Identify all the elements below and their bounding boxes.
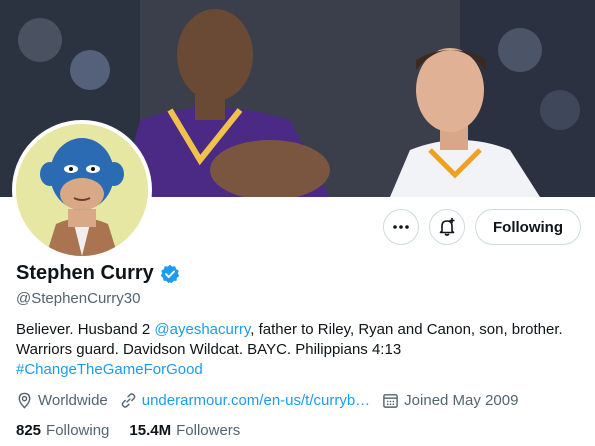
location-pin-icon	[18, 392, 31, 409]
following-stat-link[interactable]: 825 Following	[16, 422, 109, 439]
link-icon	[121, 393, 136, 408]
bio-mention-link[interactable]: @ayeshacurry	[154, 321, 250, 338]
calendar-icon	[383, 394, 398, 408]
profile-meta: Worldwide underarmour.com/en-us/t/curryb…	[16, 392, 530, 409]
profile-stats: 825 Following 15.4M Followers	[16, 422, 260, 439]
followers-label: Followers	[176, 422, 241, 439]
user-handle: @StephenCurry30	[16, 290, 141, 307]
more-button[interactable]	[383, 209, 420, 245]
notifications-button[interactable]	[429, 209, 466, 245]
location-item: Worldwide	[16, 392, 108, 409]
bio-hashtag-link[interactable]: #ChangeTheGameForGood	[16, 361, 203, 378]
following-count: 825	[16, 422, 42, 439]
followers-stat-link[interactable]: 15.4M Followers	[129, 422, 240, 439]
more-icon	[393, 225, 409, 229]
following-label: Following	[46, 422, 110, 439]
profile-avatar[interactable]	[12, 120, 152, 260]
location-text: Worldwide	[38, 392, 108, 409]
following-button[interactable]: Following	[475, 209, 581, 245]
website-link[interactable]: underarmour.com/en-us/t/curryb…	[142, 392, 370, 409]
bored-ape-avatar	[16, 124, 148, 256]
profile-bio: Believer. Husband 2 @ayeshacurry, father…	[16, 320, 586, 380]
bell-plus-icon	[439, 218, 455, 236]
display-name: Stephen Curry	[16, 262, 154, 284]
followers-count: 15.4M	[129, 422, 172, 439]
profile-actions: Following	[383, 209, 581, 245]
joined-text: Joined May 2009	[404, 392, 519, 409]
bio-text-1: Believer. Husband 2	[16, 321, 155, 338]
joined-item: Joined May 2009	[382, 392, 518, 409]
website-item: underarmour.com/en-us/t/curryb…	[120, 392, 370, 409]
name-row: Stephen Curry	[16, 262, 180, 285]
verified-badge-icon[interactable]	[160, 264, 180, 284]
